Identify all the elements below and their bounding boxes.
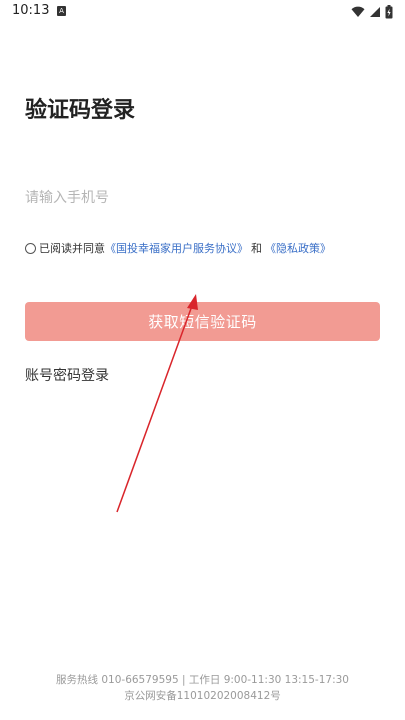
agreement-prefix: 已阅读并同意	[39, 242, 105, 255]
service-agreement-link[interactable]: 《国投幸福家用户服务协议》	[105, 240, 248, 256]
status-time: 10:13	[12, 3, 50, 18]
sim-notification-icon: A	[57, 6, 66, 16]
agreement-radio[interactable]	[25, 242, 36, 254]
signal-icon	[370, 7, 380, 17]
wifi-icon	[351, 6, 365, 17]
footer-hotline: 服务热线 010-66579595 | 工作日 9:00-11:30 13:15…	[56, 674, 349, 686]
agreement-connector: 和	[251, 242, 262, 255]
privacy-policy-link[interactable]: 《隐私政策》	[265, 240, 331, 256]
page-title: 验证码登录	[25, 98, 136, 123]
phone-input[interactable]	[25, 184, 379, 212]
footer-icp: 京公网安备11010202008412号	[124, 690, 281, 702]
battery-icon	[385, 5, 393, 19]
status-bar: 10:13 A	[0, 0, 405, 24]
agreement-row: 已阅读并同意 《国投幸福家用户服务协议》 和 《隐私政策》	[25, 239, 331, 257]
status-icons	[351, 4, 393, 20]
get-sms-code-button[interactable]: 获取短信验证码	[25, 302, 380, 341]
password-login-link[interactable]: 账号密码登录	[25, 365, 109, 385]
